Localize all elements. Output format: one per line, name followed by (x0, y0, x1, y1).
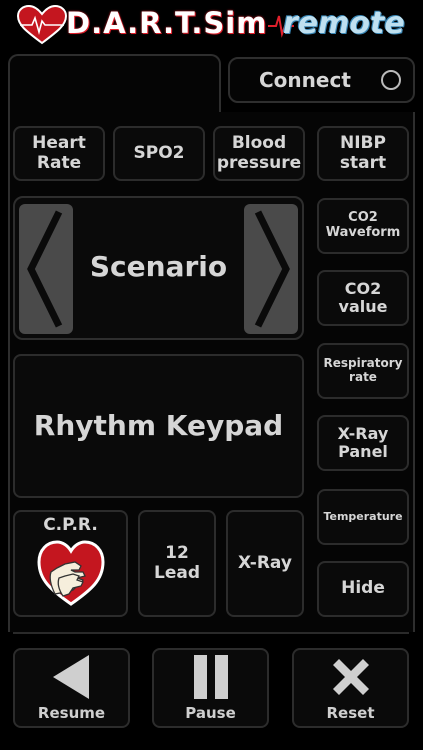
co2-waveform-button[interactable]: CO2 Waveform (317, 198, 409, 254)
respiratory-rate-button[interactable]: Respiratory rate (317, 343, 409, 399)
scenario-label: Scenario (89, 250, 228, 283)
hide-button[interactable]: Hide (317, 561, 409, 617)
scenario-prev-button[interactable] (19, 204, 73, 334)
chevron-right-icon (254, 210, 290, 328)
reset-label: Reset (326, 704, 375, 723)
connect-label: Connect (259, 68, 351, 92)
pause-button[interactable]: Pause (152, 648, 269, 728)
divider (13, 632, 409, 634)
nibp-start-button[interactable]: NIBP start (317, 126, 409, 181)
scenario-next-button[interactable] (244, 204, 298, 334)
12-lead-button[interactable]: 12 Lead (138, 510, 216, 617)
heart-logo-icon (16, 5, 68, 45)
heart-rate-button[interactable]: Heart Rate (13, 126, 105, 181)
reset-button[interactable]: Reset (292, 648, 409, 728)
resume-button[interactable]: Resume (13, 648, 130, 728)
rhythm-keypad-button[interactable]: Rhythm Keypad (13, 354, 304, 498)
app-header: D.A.R.T.Sim remote (0, 0, 423, 48)
temperature-button[interactable]: Temperature (317, 489, 409, 545)
resume-label: Resume (37, 704, 106, 723)
display-panel (8, 54, 221, 114)
spo2-button[interactable]: SPO2 (113, 126, 205, 181)
xray-panel-button[interactable]: X-Ray Panel (317, 415, 409, 471)
connection-status-icon (381, 70, 401, 90)
cpr-button[interactable]: C.P.R. (13, 510, 128, 617)
pause-icon (193, 655, 228, 700)
pause-label: Pause (185, 704, 236, 723)
brand-title: D.A.R.T.Sim (66, 6, 268, 40)
heart-hands-icon (36, 540, 105, 606)
co2-value-button[interactable]: CO2 value (317, 270, 409, 326)
cpr-label: C.P.R. (43, 515, 98, 535)
chevron-left-icon (27, 210, 63, 328)
blood-pressure-button[interactable]: Blood pressure (213, 126, 305, 181)
remote-subtitle: remote (283, 6, 405, 41)
play-back-icon (52, 655, 89, 700)
connect-button[interactable]: Connect (228, 57, 415, 103)
xray-button[interactable]: X-Ray (226, 510, 304, 617)
close-icon (332, 659, 369, 696)
